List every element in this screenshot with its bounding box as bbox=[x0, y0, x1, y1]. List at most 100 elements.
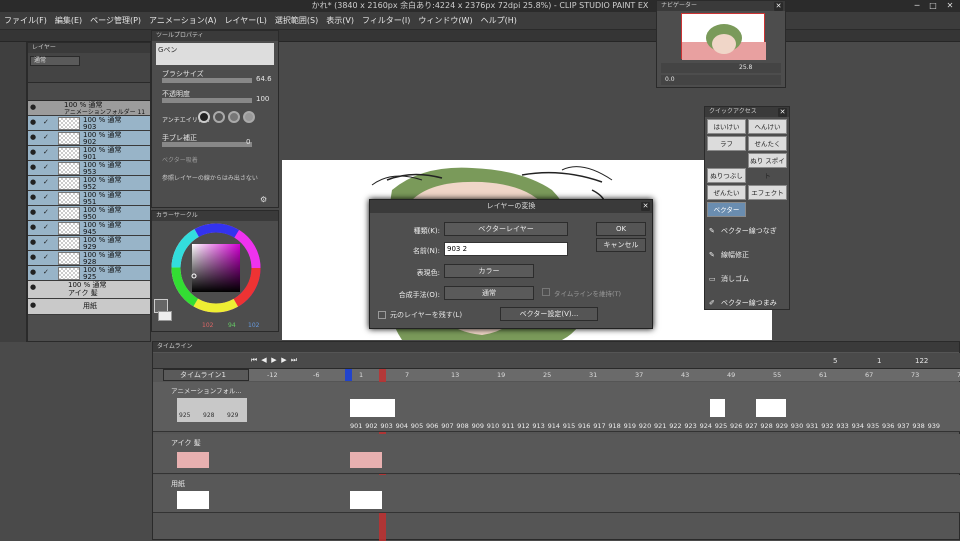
menu-layer[interactable]: レイヤー(L) bbox=[220, 12, 270, 30]
cancel-button[interactable]: キャンセル bbox=[596, 238, 646, 252]
qa-fill-button[interactable]: ぬりつぶし bbox=[707, 168, 746, 183]
keep-original-checkbox[interactable] bbox=[378, 311, 386, 319]
folder-cel-block[interactable] bbox=[350, 399, 395, 417]
eye-icon[interactable]: ● bbox=[30, 302, 38, 310]
timeline-select[interactable]: タイムライン1 bbox=[163, 369, 249, 381]
eye-icon[interactable]: ● bbox=[30, 149, 38, 157]
layer-row[interactable]: ● ✓ 100 % 通常 952 bbox=[28, 176, 150, 191]
cell-number[interactable]: 937 bbox=[897, 422, 909, 430]
layer-ai[interactable]: ● 100 % 通常 アイク 髪 bbox=[28, 281, 150, 299]
qa-vector-button[interactable]: ベクター bbox=[707, 202, 746, 217]
eye-icon[interactable]: ● bbox=[30, 239, 38, 247]
menu-view[interactable]: 表示(V) bbox=[322, 12, 358, 30]
layer-row[interactable]: ● ✓ 100 % 通常 928 bbox=[28, 251, 150, 266]
layer-row[interactable]: ● ✓ 100 % 通常 903 bbox=[28, 116, 150, 131]
ai-cel[interactable] bbox=[350, 452, 382, 468]
timeline-keep-checkbox[interactable] bbox=[542, 288, 550, 296]
eye-icon[interactable]: ● bbox=[30, 254, 38, 262]
check-icon[interactable]: ✓ bbox=[43, 179, 49, 186]
menu-selection[interactable]: 選択範囲(S) bbox=[271, 12, 322, 30]
antialias-high[interactable] bbox=[243, 111, 255, 123]
antialias-low[interactable] bbox=[213, 111, 225, 123]
cell-number[interactable]: 910 bbox=[487, 422, 499, 430]
eye-icon[interactable]: ● bbox=[30, 284, 38, 292]
menu-help[interactable]: ヘルプ(H) bbox=[477, 12, 521, 30]
layer-paper[interactable]: ● 用紙 bbox=[28, 299, 150, 315]
cell-number[interactable]: 908 bbox=[456, 422, 468, 430]
eye-icon[interactable]: ● bbox=[30, 179, 38, 187]
cell-number[interactable]: 916 bbox=[578, 422, 590, 430]
stabilization-slider[interactable] bbox=[162, 142, 252, 147]
close-icon[interactable]: ✕ bbox=[943, 1, 957, 11]
cell-number[interactable]: 936 bbox=[882, 422, 894, 430]
layer-row[interactable]: ● ✓ 100 % 通常 945 bbox=[28, 221, 150, 236]
cell-number[interactable]: 909 bbox=[472, 422, 484, 430]
check-icon[interactable]: ✓ bbox=[43, 194, 49, 201]
check-icon[interactable]: ✓ bbox=[43, 269, 49, 276]
sub-color-swatch[interactable] bbox=[158, 311, 172, 321]
cell-number[interactable]: 934 bbox=[852, 422, 864, 430]
close-icon[interactable]: ✕ bbox=[778, 108, 787, 117]
layer-row[interactable]: ● ✓ 100 % 通常 925 bbox=[28, 266, 150, 281]
settings-icon[interactable]: ⚙ bbox=[260, 195, 274, 205]
qa-line-width[interactable]: ✎ 線幅修正 bbox=[705, 243, 789, 267]
navigator-preview[interactable] bbox=[681, 13, 766, 60]
eye-icon[interactable]: ● bbox=[30, 224, 38, 232]
check-icon[interactable]: ✓ bbox=[43, 254, 49, 261]
cell-number[interactable]: 931 bbox=[806, 422, 818, 430]
menu-filter[interactable]: フィルター(I) bbox=[358, 12, 414, 30]
layer-row[interactable]: ● ✓ 100 % 通常 951 bbox=[28, 191, 150, 206]
eye-icon[interactable]: ● bbox=[30, 194, 38, 202]
folder-cel-block[interactable] bbox=[710, 399, 725, 417]
color-wheel[interactable] bbox=[164, 223, 268, 313]
layer-folder[interactable]: ● 100 % 通常 アニメーションフォルダー 11 bbox=[28, 101, 150, 116]
qa-effect-button[interactable]: エフェクト bbox=[748, 185, 787, 200]
cell-number[interactable]: 913 bbox=[532, 422, 544, 430]
navigator-zoom[interactable]: 25.8 bbox=[739, 64, 752, 71]
timeline-tab[interactable]: タイムライン bbox=[157, 343, 193, 350]
cell-number[interactable]: 914 bbox=[548, 422, 560, 430]
cell-number[interactable]: 939 bbox=[928, 422, 940, 430]
cell-number[interactable]: 918 bbox=[608, 422, 620, 430]
qa-vector-pinch[interactable]: ✐ ベクター線つまみ bbox=[705, 291, 789, 315]
cell-number[interactable]: 932 bbox=[821, 422, 833, 430]
cell-number[interactable]: 926 bbox=[730, 422, 742, 430]
check-icon[interactable]: ✓ bbox=[43, 164, 49, 171]
qa-eraser[interactable]: ▭ 消しゴム bbox=[705, 267, 789, 291]
blend-mode-select[interactable]: 通常 bbox=[30, 56, 80, 66]
name-field[interactable] bbox=[444, 242, 568, 256]
cell-number[interactable]: 928 bbox=[760, 422, 772, 430]
eye-icon[interactable]: ● bbox=[30, 209, 38, 217]
cell-number[interactable]: 903 bbox=[380, 422, 392, 430]
color-select[interactable]: カラー bbox=[444, 264, 534, 278]
cell-number[interactable]: 915 bbox=[563, 422, 575, 430]
maximize-icon[interactable]: □ bbox=[926, 1, 940, 11]
menu-animation[interactable]: アニメーション(A) bbox=[145, 12, 220, 30]
cell-number[interactable]: 921 bbox=[654, 422, 666, 430]
cell-number[interactable]: 924 bbox=[700, 422, 712, 430]
close-icon[interactable]: ✕ bbox=[774, 2, 783, 11]
check-icon[interactable]: ✓ bbox=[43, 134, 49, 141]
cell-number[interactable]: 917 bbox=[593, 422, 605, 430]
cell-number[interactable]: 938 bbox=[912, 422, 924, 430]
opacity-value[interactable]: 100 bbox=[256, 95, 269, 103]
layer-row[interactable]: ● ✓ 100 % 通常 929 bbox=[28, 236, 150, 251]
check-icon[interactable]: ✓ bbox=[43, 149, 49, 156]
stabilization-value[interactable]: 0 bbox=[246, 138, 250, 146]
close-icon[interactable]: ✕ bbox=[641, 202, 650, 211]
qa-transform-button[interactable]: へんけい bbox=[748, 119, 787, 134]
eye-icon[interactable]: ● bbox=[30, 119, 38, 127]
vector-snap-label[interactable]: ベクター吸着 bbox=[162, 155, 198, 164]
vector-settings-button[interactable]: ベクター設定(V)... bbox=[500, 307, 598, 321]
qa-all-button[interactable]: ぜんたい bbox=[707, 185, 746, 200]
qa-select-button[interactable]: せんたく bbox=[748, 136, 787, 151]
check-icon[interactable]: ✓ bbox=[43, 209, 49, 216]
menu-page[interactable]: ページ管理(P) bbox=[86, 12, 145, 30]
cell-number[interactable]: 930 bbox=[791, 422, 803, 430]
layer-row[interactable]: ● ✓ 100 % 通常 901 bbox=[28, 146, 150, 161]
last-frame-icon[interactable]: ⏭ bbox=[289, 356, 299, 365]
navigator-rotation[interactable]: 0.0 bbox=[665, 76, 675, 83]
qa-rough-button[interactable]: ラフ bbox=[707, 136, 746, 151]
eye-icon[interactable]: ● bbox=[30, 164, 38, 172]
qa-vector-join[interactable]: ✎ ベクター線つなぎ bbox=[705, 219, 789, 243]
